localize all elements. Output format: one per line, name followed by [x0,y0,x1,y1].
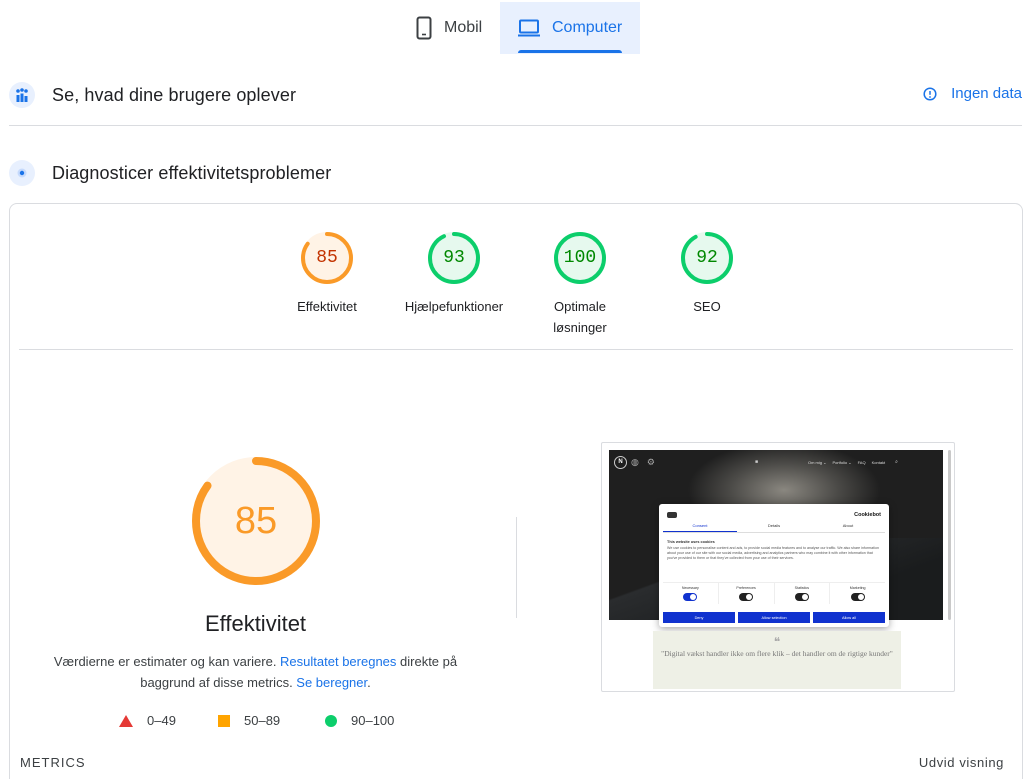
score-gauge-performance[interactable]: 85 Effektivitet [267,232,387,317]
score-value: 93 [443,248,465,268]
cookie-consent-dialog: Cookiebot Consent Details About This web… [659,504,889,627]
cookiebot-logo-icon [667,511,677,518]
cookiebot-brand: Cookiebot [854,511,881,518]
cookie-tab: About [842,523,854,528]
score-label: Effektivitet [297,299,357,314]
expand-view-toggle[interactable]: Udvid visning [919,755,1004,770]
users-chart-icon [9,82,35,108]
pass-circle-icon [325,714,337,727]
legend-range: 0–49 [147,713,176,728]
quote-text: "Digital vækst handler ikke om flere kli… [661,649,893,658]
cookie-title: This website uses cookies [667,540,715,544]
average-square-icon [218,714,230,727]
nav-square-icon: ■ [754,459,758,465]
toggle-label: Statistics [794,586,810,590]
performance-score: 85 [234,499,278,542]
fail-triangle-icon [119,714,133,727]
diagnose-title: Diagnosticer effektivitetsproblemer [52,162,332,183]
lighthouse-icon [9,160,35,186]
score-label: Optimale løsninger [553,299,607,335]
search-icon: ⌕ [895,459,898,465]
cookie-button: Allow selection [738,612,810,623]
legend-average: 50–89 [218,713,280,728]
toggle-label: Necessary [681,586,699,590]
cookie-tabs: Consent Details About [663,523,885,533]
description-text: Værdierne er estimater og kan variere. [53,654,281,669]
cookie-buttons: Deny Allow selection Allow all [663,612,885,623]
score-gauge-seo[interactable]: 92 SEO [647,232,767,317]
metrics-heading: METRICS [20,755,86,770]
cookie-body: We use cookies to personalise content an… [667,546,879,560]
no-data-label: Ingen data [951,85,1022,102]
legend-range: 90–100 [351,713,395,728]
field-data-title: Se, hvad dine brugere oplever [52,84,297,105]
description-text: . [367,675,371,690]
legend-fail: 0–49 [119,713,176,728]
score-label: SEO [693,299,721,314]
tab-computer-label: Computer [552,19,623,36]
info-icon [923,86,937,101]
legend-pass: 90–100 [325,713,394,728]
card-divider [19,349,1013,350]
score-value: 85 [316,248,338,268]
thumbnail-scrollbar [948,450,951,620]
performance-title: Effektivitet [204,611,307,636]
cookie-button: Allow all [813,612,885,623]
site-logo: N [614,455,627,469]
score-label: Hjælpefunktioner [404,299,504,314]
nav-item: Om mig ⌄ [807,459,827,465]
vertical-divider [516,517,517,618]
performance-description: Værdierne er estimater og kan variere. R… [40,651,471,693]
page-screenshot-thumbnail[interactable]: N ◍ ⚙ ■ Om mig ⌄ Portfolio ⌄ FAQ Kontakt… [601,442,955,692]
testimonial-quote: ❝ "Digital vækst handler ikke om flere k… [653,631,901,689]
cookie-tab: Details [767,523,781,528]
report-card: 85 Effektivitet 93 Hjælpefunktioner 100 … [9,203,1023,779]
toggle-label: Marketing [849,586,866,590]
no-data-link[interactable]: Ingen data [923,85,1022,102]
calculator-link[interactable]: Se beregner [296,675,367,690]
legend-range: 50–89 [244,713,281,728]
score-gauge-accessibility[interactable]: 93 Hjælpefunktioner [394,232,514,317]
toggle-switch [683,593,698,601]
site-nav: N ◍ ⚙ ■ Om mig ⌄ Portfolio ⌄ FAQ Kontakt… [614,455,936,469]
cookie-button: Deny [663,612,735,623]
toggle-switch [739,593,754,601]
quote-mark-icon: ❝ [773,635,781,649]
phone-icon [416,16,432,40]
tab-computer[interactable]: Computer [500,2,640,54]
score-gauge-best-practices[interactable]: 100 Optimale løsninger [520,232,640,338]
tab-mobil-label: Mobil [444,19,483,36]
laptop-icon [518,19,540,37]
section-divider [9,125,1022,126]
nav-item: Kontakt [871,459,886,465]
cookie-tab: Consent [663,523,737,532]
diagnose-header: Diagnosticer effektivitetsproblemer [9,153,1024,193]
performance-big-gauge: 85 [192,457,320,585]
nav-item: Portfolio ⌄ [832,459,852,465]
settings-icon: ⚙ [646,456,655,467]
cookie-toggles: Necessary Preferences Statistics Marketi… [663,582,885,604]
toggle-switch [794,593,809,601]
score-value: 92 [696,248,718,268]
toggle-switch [850,593,865,601]
globe-icon: ◍ [631,456,639,467]
field-data-header: Se, hvad dine brugere oplever Ingen data [9,75,1024,115]
tab-mobil[interactable]: Mobil [398,2,500,54]
toggle-label: Preferences [736,586,756,590]
calculation-link[interactable]: Resultatet beregnes [280,654,396,669]
score-value: 100 [563,248,597,268]
nav-item: FAQ [857,459,866,465]
